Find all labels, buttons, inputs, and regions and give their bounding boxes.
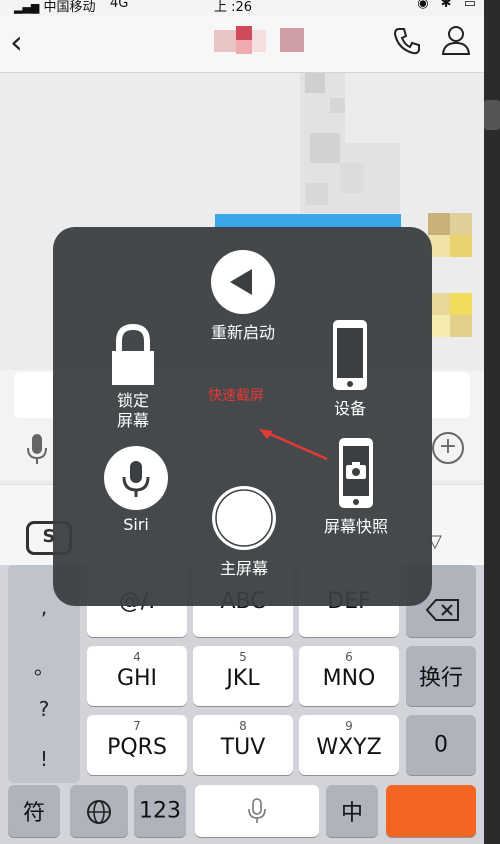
phone-icon[interactable] <box>392 26 422 63</box>
key-tuv[interactable]: 8 TUV <box>193 715 293 775</box>
home-button[interactable]: 主屏幕 <box>199 485 289 579</box>
number-mode-key[interactable]: 123 <box>134 785 186 837</box>
chat-header: ‹ <box>0 16 484 73</box>
screenshot-label: 屏幕快照 <box>323 517 388 536</box>
chat-bubble-blue <box>215 214 401 228</box>
key-label: JKL <box>226 666 260 691</box>
home-label: 主屏幕 <box>219 559 268 578</box>
key-label: 123 <box>139 798 181 824</box>
chevron-left-icon[interactable]: ‹ <box>10 26 23 58</box>
key-label: 符 <box>22 801 45 826</box>
key-label: TUV <box>220 735 266 760</box>
chinese-mode-key[interactable]: 中 <box>326 785 378 837</box>
iphone-icon <box>333 320 367 390</box>
globe-key[interactable] <box>70 785 128 837</box>
status-bar: ▂▄▆ 中国移动 4G 上 :26 ◉ ✱ ▭ <box>0 0 500 16</box>
zero-key[interactable]: 0 <box>406 715 476 775</box>
key-label: 0 <box>434 732 448 758</box>
lock-icon <box>112 323 154 385</box>
key-label: WXYZ <box>316 735 382 760</box>
backspace-icon <box>425 599 460 625</box>
globe-icon <box>85 798 113 830</box>
plus-icon[interactable]: + <box>432 432 464 464</box>
key-label: PQRS <box>107 735 167 760</box>
lock-screen-button[interactable]: 锁定 屏幕 <box>98 323 168 431</box>
key-number: 4 <box>133 650 141 664</box>
contact-name-blurred <box>214 26 310 54</box>
device-button[interactable]: 设备 <box>315 319 385 419</box>
punct-key[interactable]: ! <box>8 747 80 771</box>
person-icon[interactable] <box>440 24 472 60</box>
voice-input-icon[interactable] <box>24 432 50 470</box>
annotation-arrow-icon <box>259 429 328 461</box>
network-label: 4G <box>110 0 129 11</box>
lock-screen-label: 锁定 屏幕 <box>116 391 149 430</box>
scroll-knob[interactable] <box>484 100 500 130</box>
key-mno[interactable]: 6 MNO <box>299 646 399 706</box>
newline-key[interactable]: 换行 <box>406 646 476 706</box>
siri-mic-icon <box>104 446 168 510</box>
key-number: 5 <box>239 650 247 664</box>
key-number: 8 <box>239 719 247 733</box>
key-number: 6 <box>345 650 353 664</box>
send-key[interactable] <box>386 785 476 837</box>
play-back-icon <box>211 250 275 314</box>
symbol-key[interactable]: 符 <box>8 785 60 837</box>
device-label: 设备 <box>333 399 366 418</box>
key-label: GHI <box>116 666 158 691</box>
space-key[interactable] <box>195 785 319 837</box>
restart-label: 重新启动 <box>210 323 275 342</box>
key-jkl[interactable]: 5 JKL <box>193 646 293 706</box>
restart-button[interactable]: 重新启动 <box>193 249 293 343</box>
side-strip <box>484 0 500 844</box>
status-icons: ◉ ✱ ▭ <box>417 0 480 11</box>
key-label: 换行 <box>418 666 463 691</box>
punct-key[interactable]: ? <box>8 697 80 721</box>
key-pqrs[interactable]: 7 PQRS <box>87 715 187 775</box>
punct-key[interactable]: 。 <box>8 651 80 680</box>
key-number: 9 <box>345 719 353 733</box>
carrier-label: ▂▄▆ 中国移动 <box>14 0 96 15</box>
key-number: 7 <box>133 719 141 733</box>
key-wxyz[interactable]: 9 WXYZ <box>299 715 399 775</box>
home-circle-icon <box>212 486 276 550</box>
key-label: MNO <box>322 666 376 691</box>
annotation-label: 快速截屏 <box>208 388 264 404</box>
time-label: 上 :26 <box>214 0 253 15</box>
mic-icon <box>247 797 267 829</box>
keyboard: , 。 ? ! @/. ABC DEF 4GHI 5JKL 6MNO 换行 7P… <box>0 565 484 844</box>
screenshot-icon <box>339 438 373 508</box>
key-label: 中 <box>340 801 363 826</box>
siri-button[interactable]: Siri <box>101 445 171 534</box>
assistive-touch-menu: 重新启动 锁定 屏幕 设备 Siri 屏幕快照 主屏幕 快速截屏 <box>53 227 432 606</box>
key-ghi[interactable]: 4 GHI <box>87 646 187 706</box>
siri-label: Siri <box>123 515 149 534</box>
